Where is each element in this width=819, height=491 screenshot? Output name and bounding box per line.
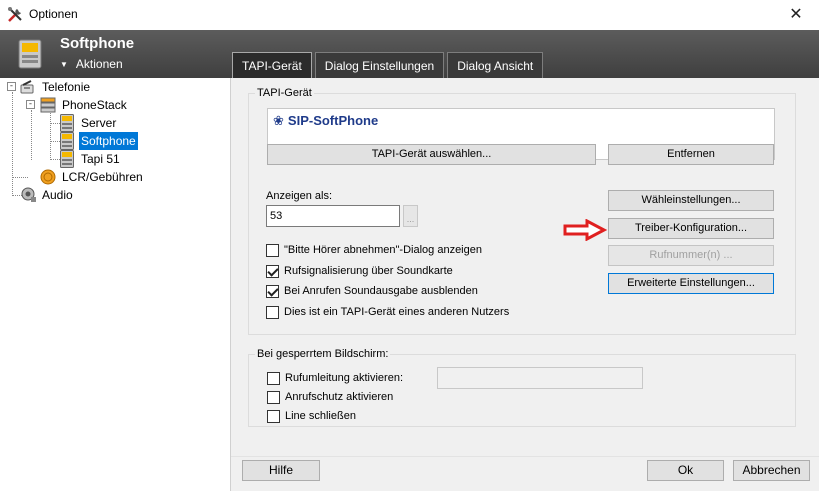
settings-tree: - Telefonie - PhoneStack Server Softphon… xyxy=(0,78,230,491)
do-not-disturb-checkbox[interactable]: Anrufschutz aktivieren xyxy=(267,389,393,405)
tab-dialog-view[interactable]: Dialog Ansicht xyxy=(447,52,544,78)
tree-item-phonestack[interactable]: - PhoneStack xyxy=(0,96,230,114)
select-tapi-device-button[interactable]: TAPI-Gerät auswählen... xyxy=(267,144,596,165)
tree-item-audio[interactable]: Audio xyxy=(0,186,230,204)
checkbox[interactable] xyxy=(267,409,280,423)
close-icon[interactable]: ✕ xyxy=(773,0,819,30)
tree-item-label: Softphone xyxy=(79,132,138,150)
driver-config-button[interactable]: Treiber-Konfiguration... xyxy=(608,218,774,239)
cancel-button[interactable]: Abbrechen xyxy=(733,460,810,481)
group-title: Bei gesperrtem Bildschirm: xyxy=(255,348,391,360)
red-arrow-icon xyxy=(563,219,607,241)
device-name: ❀ SIP-SoftPhone xyxy=(273,113,379,128)
help-button[interactable]: Hilfe xyxy=(242,460,320,481)
chevron-down-icon: ▼ xyxy=(60,60,68,69)
checkbox[interactable] xyxy=(266,305,279,319)
dial-settings-button[interactable]: Wähleinstellungen... xyxy=(608,190,774,211)
checkbox[interactable] xyxy=(267,390,280,404)
advanced-settings-button[interactable]: Erweiterte Einstellungen... xyxy=(608,273,774,294)
tree-item-label: PhoneStack xyxy=(62,98,127,112)
collapse-icon[interactable]: - xyxy=(26,100,35,109)
checkbox-label: Bei Anrufen Soundausgabe ausblenden xyxy=(284,285,478,297)
mute-sound-checkbox[interactable]: Bei Anrufen Soundausgabe ausblenden xyxy=(266,283,478,299)
display-as-input[interactable]: 53 xyxy=(266,205,400,227)
tree-item-server[interactable]: Server xyxy=(0,114,230,132)
soundcard-ring-checkbox[interactable]: Rufsignalisierung über Soundkarte xyxy=(266,263,453,279)
tools-icon xyxy=(6,6,24,24)
checkbox-label: Dies ist ein TAPI-Gerät eines anderen Nu… xyxy=(284,306,510,318)
remove-button[interactable]: Entfernen xyxy=(608,144,774,165)
tree-item-lcr[interactable]: LCR/Gebühren xyxy=(0,168,230,186)
phone-device-icon xyxy=(18,39,42,69)
tree-item-label: Audio xyxy=(42,188,73,202)
checkbox[interactable] xyxy=(266,264,279,278)
checkbox-label: Rufumleitung aktivieren: xyxy=(285,372,404,384)
tree-item-label: Tapi 51 xyxy=(81,152,120,166)
tree-item-label: Server xyxy=(81,116,117,130)
page-title: Softphone xyxy=(60,35,135,52)
footer-divider xyxy=(231,456,819,457)
checkbox-label: "Bitte Hörer abnehmen"-Dialog anzeigen xyxy=(284,244,482,256)
title-bar: Optionen ✕ xyxy=(0,0,819,30)
tree-item-label: LCR/Gebühren xyxy=(62,170,143,184)
display-as-browse-button[interactable]: ... xyxy=(403,205,418,227)
tree-item-tapi51[interactable]: Tapi 51 xyxy=(0,150,230,168)
checkbox-label: Line schließen xyxy=(285,410,356,422)
content-panel: TAPI-Gerät ❀ SIP-SoftPhone TAPI-Gerät aus… xyxy=(230,78,819,491)
forwarding-checkbox[interactable]: Rufumleitung aktivieren: xyxy=(267,370,403,386)
ok-button[interactable]: Ok xyxy=(647,460,724,481)
collapse-icon[interactable]: - xyxy=(7,82,16,91)
checkbox[interactable] xyxy=(266,284,279,298)
tree-item-telefonie[interactable]: - Telefonie xyxy=(0,78,230,96)
group-title: TAPI-Gerät xyxy=(255,87,314,99)
tree-item-label: Telefonie xyxy=(42,80,91,94)
tab-tapi-device[interactable]: TAPI-Gerät xyxy=(232,52,312,78)
close-line-checkbox[interactable]: Line schließen xyxy=(267,408,356,424)
window-title: Optionen xyxy=(29,7,78,21)
actions-label: Aktionen xyxy=(75,57,123,71)
checkbox[interactable] xyxy=(266,243,279,257)
tree-item-softphone[interactable]: Softphone xyxy=(0,132,230,150)
actions-menu-button[interactable]: ▼ Aktionen xyxy=(60,57,123,71)
checkbox[interactable] xyxy=(267,371,280,385)
pickup-dialog-checkbox[interactable]: "Bitte Hörer abnehmen"-Dialog anzeigen xyxy=(266,242,482,258)
forwarding-target-input[interactable] xyxy=(437,367,643,389)
display-as-label: Anzeigen als: xyxy=(266,190,333,202)
tab-strip: TAPI-Gerät Dialog Einstellungen Dialog A… xyxy=(232,52,546,78)
tab-dialog-settings[interactable]: Dialog Einstellungen xyxy=(314,52,445,78)
phone-numbers-button[interactable]: Rufnummer(n) ... xyxy=(608,245,774,266)
speaker-icon xyxy=(21,187,37,208)
checkbox-label: Anrufschutz aktivieren xyxy=(285,391,394,403)
handset-icon: ❀ xyxy=(273,113,284,128)
other-user-device-checkbox[interactable]: Dies ist ein TAPI-Gerät eines anderen Nu… xyxy=(266,304,509,320)
checkbox-label: Rufsignalisierung über Soundkarte xyxy=(284,265,453,277)
